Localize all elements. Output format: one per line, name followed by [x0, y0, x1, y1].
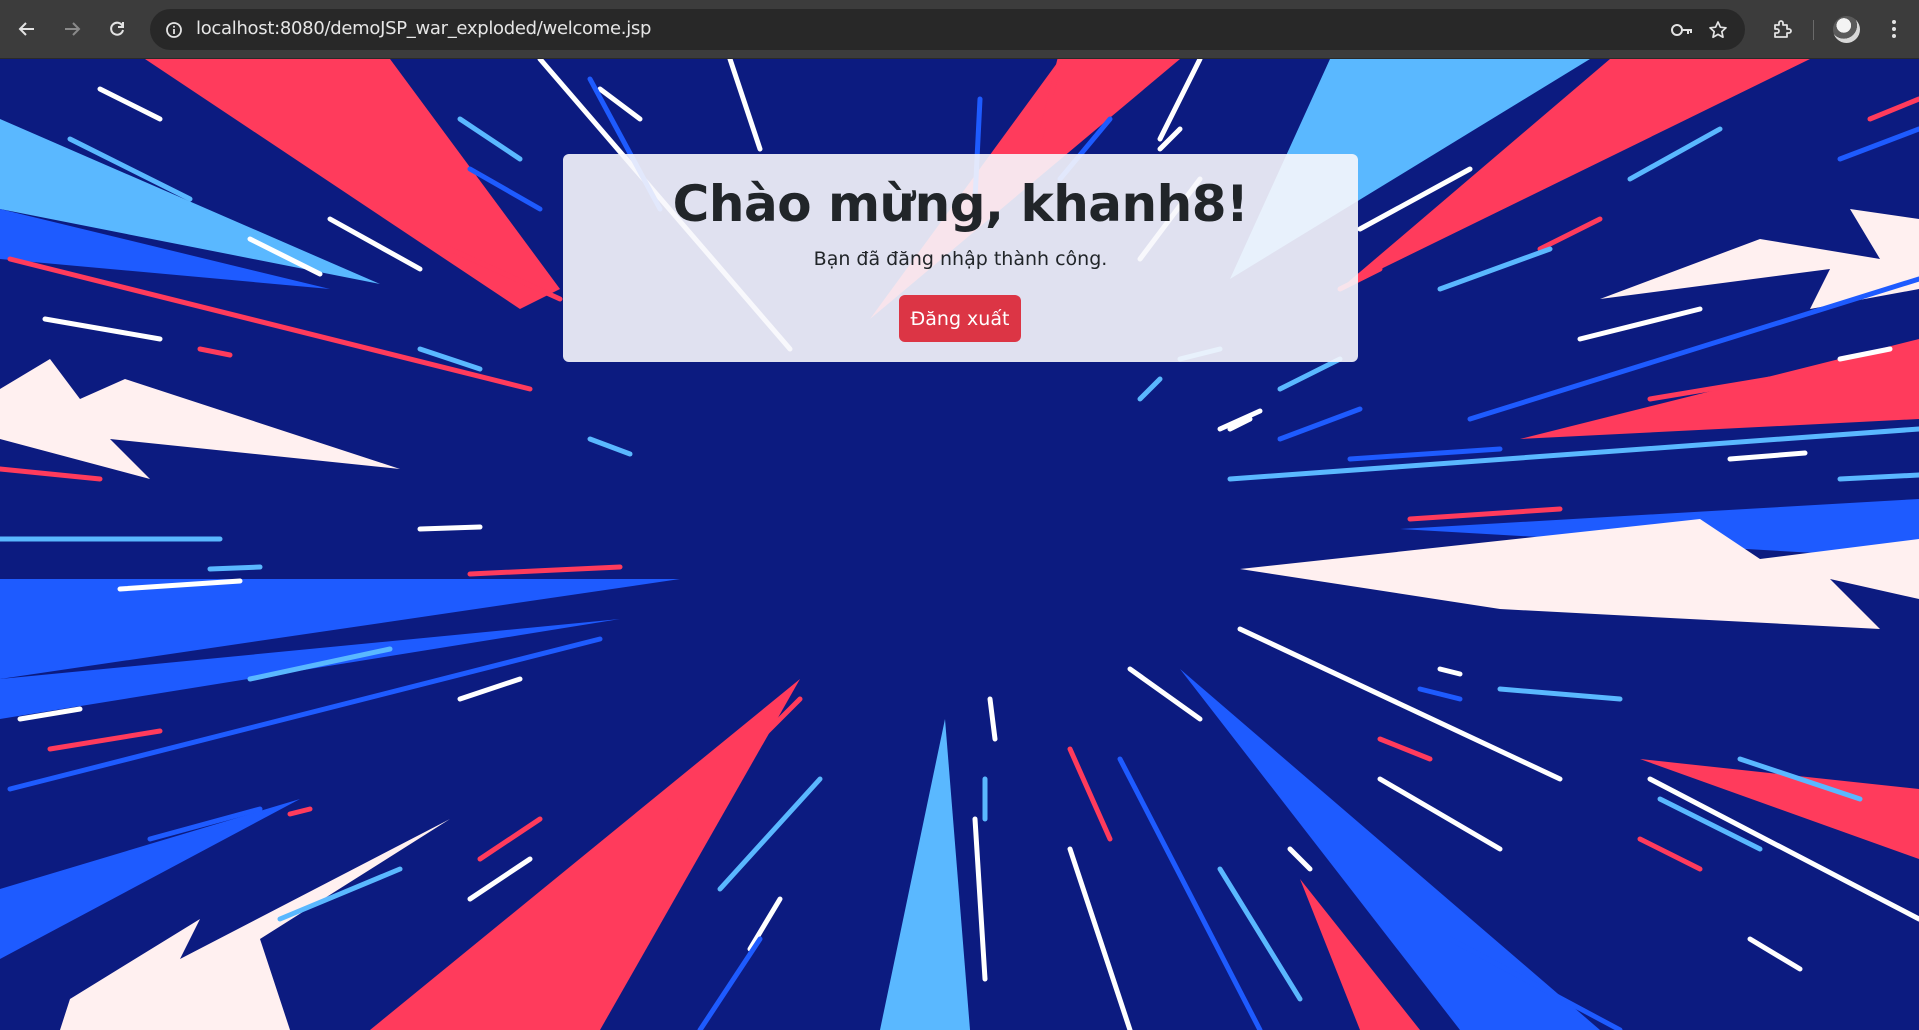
- more-menu-icon: [1892, 20, 1896, 38]
- toolbar-divider: [1813, 20, 1814, 40]
- forward-button[interactable]: [53, 10, 91, 48]
- back-icon: [18, 22, 34, 36]
- logout-button[interactable]: Đăng xuất: [899, 295, 1021, 342]
- bookmark-star-icon: [1709, 21, 1727, 39]
- welcome-heading: Chào mừng, khanh8!: [672, 175, 1249, 233]
- back-button[interactable]: [8, 10, 46, 48]
- extensions-button[interactable]: [1763, 10, 1801, 48]
- extensions-icon: [1774, 20, 1792, 38]
- reload-icon: [110, 21, 124, 36]
- url-text[interactable]: localhost:8080/demoJSP_war_exploded/welc…: [196, 18, 651, 39]
- welcome-card: Chào mừng, khanh8! Bạn đã đăng nhập thàn…: [563, 154, 1358, 362]
- forward-icon: [65, 22, 81, 36]
- address-bar[interactable]: localhost:8080/demoJSP_war_exploded/welc…: [150, 9, 1745, 50]
- bookmark-button[interactable]: [1703, 15, 1733, 45]
- reload-button[interactable]: [98, 10, 136, 48]
- password-key-button[interactable]: [1667, 15, 1697, 45]
- site-info-icon: [166, 22, 182, 38]
- browser-toolbar: localhost:8080/demoJSP_war_exploded/welc…: [0, 0, 1919, 59]
- site-info-button[interactable]: [159, 15, 189, 45]
- profile-avatar[interactable]: [1833, 16, 1860, 43]
- more-menu-button[interactable]: [1875, 10, 1913, 48]
- password-key-icon: [1671, 24, 1692, 36]
- login-success-message: Bạn đã đăng nhập thành công.: [813, 248, 1108, 270]
